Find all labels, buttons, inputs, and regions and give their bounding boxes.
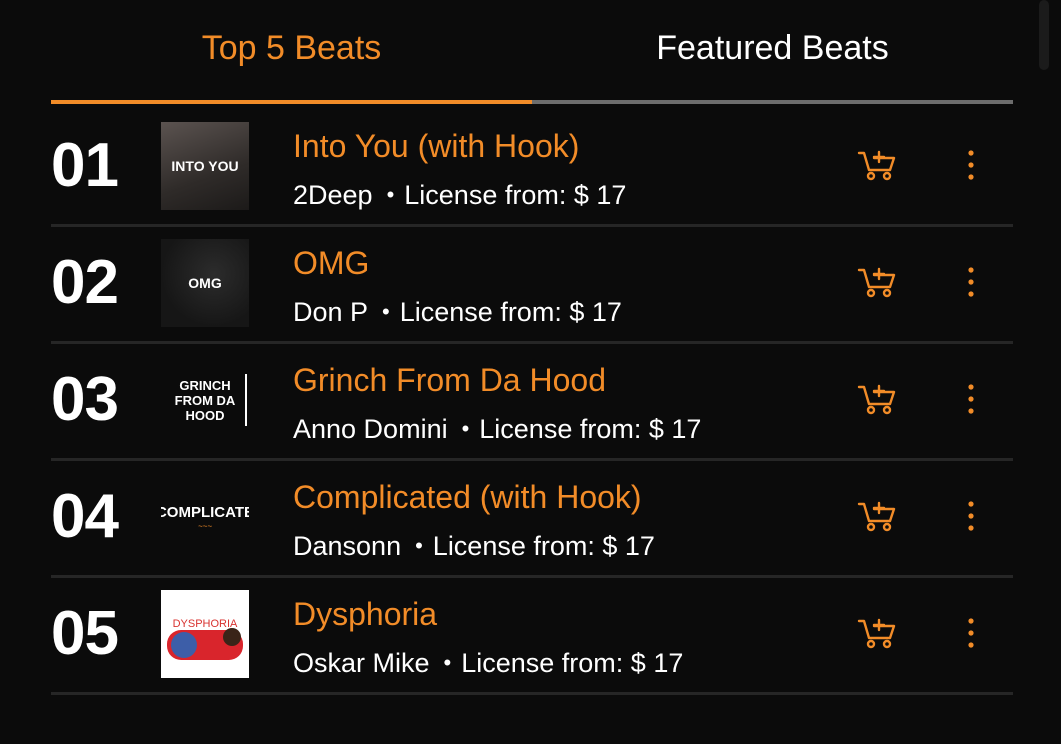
beat-row[interactable]: 04 COMPLICATE ~~~ Complicated (with Hook…: [51, 461, 1013, 578]
separator-dot: •: [415, 533, 423, 558]
cover-figure-head: [223, 628, 241, 646]
beat-rank: 03: [51, 365, 119, 434]
beat-license: License from: $ 17: [432, 531, 655, 561]
beat-artist[interactable]: 2Deep: [293, 180, 373, 210]
cart-add-icon[interactable]: [857, 265, 897, 299]
beat-artist[interactable]: Anno Domini: [293, 414, 448, 444]
more-vertical-icon[interactable]: [959, 265, 983, 299]
cover-script-decoration: ~~~: [197, 521, 212, 531]
beat-meta: 2Deep • License from: $ 17: [293, 180, 626, 211]
tab-featured-beats-label: Featured Beats: [656, 28, 889, 67]
beat-rank: 04: [51, 482, 119, 551]
beat-rank: 01: [51, 131, 119, 200]
separator-dot: •: [461, 416, 470, 441]
cover-text: OMG: [188, 275, 222, 291]
beat-meta: Don P • License from: $ 17: [293, 297, 622, 328]
separator-dot: •: [386, 182, 395, 207]
beat-meta: Dansonn • License from: $ 17: [293, 531, 655, 562]
beat-license: License from: $ 17: [461, 648, 684, 678]
cart-add-icon[interactable]: [857, 616, 897, 650]
more-vertical-icon[interactable]: [959, 616, 983, 650]
cover-text: COMPLICATE: [161, 503, 249, 521]
beat-title[interactable]: Dysphoria: [293, 596, 437, 633]
beat-rank: 02: [51, 248, 119, 317]
beat-meta: Anno Domini • License from: $ 17: [293, 414, 701, 445]
beat-title[interactable]: OMG: [293, 245, 369, 282]
beat-license: License from: $ 17: [479, 414, 702, 444]
tab-active-underline: [51, 100, 532, 104]
beats-list: 01 INTO YOU Into You (with Hook) 2Deep • L…: [51, 110, 1013, 695]
more-vertical-icon[interactable]: [959, 382, 983, 416]
beat-title[interactable]: Into You (with Hook): [293, 128, 579, 165]
more-vertical-icon[interactable]: [959, 148, 983, 182]
beat-cover-art[interactable]: INTO YOU: [161, 122, 249, 210]
beat-artist[interactable]: Oskar Mike: [293, 648, 430, 678]
cart-add-icon[interactable]: [857, 382, 897, 416]
beat-meta: Oskar Mike • License from: $ 17: [293, 648, 683, 679]
cover-divider: [245, 374, 247, 426]
beat-row[interactable]: 02 OMG OMG Don P • License from: $ 17: [51, 227, 1013, 344]
beat-artist[interactable]: Don P: [293, 297, 368, 327]
tab-top-5-beats[interactable]: Top 5 Beats: [51, 0, 532, 104]
tab-bar: Top 5 Beats Featured Beats: [51, 0, 1013, 104]
beat-cover-art[interactable]: COMPLICATE ~~~: [161, 473, 249, 561]
separator-dot: •: [443, 650, 452, 675]
scrollbar-thumb[interactable]: [1039, 0, 1049, 70]
beat-row[interactable]: 03 GRINCH FROM DA HOOD Grinch From Da Ho…: [51, 344, 1013, 461]
scrollbar[interactable]: [1033, 0, 1061, 744]
beat-row[interactable]: 05 DYSPHORIA Dysphoria Oskar Mike • Licens…: [51, 578, 1013, 695]
beat-title[interactable]: Complicated (with Hook): [293, 479, 642, 516]
cover-text: DYSPHORIA: [172, 618, 238, 630]
cover-text: GRINCH FROM DA HOOD: [174, 377, 236, 423]
beat-license: License from: $ 17: [399, 297, 622, 327]
beats-widget: Top 5 Beats Featured Beats 01 INTO YOU I…: [0, 0, 1061, 744]
beat-rank: 05: [51, 599, 119, 668]
cart-add-icon[interactable]: [857, 499, 897, 533]
separator-dot: •: [382, 299, 390, 324]
beat-cover-art[interactable]: OMG: [161, 239, 249, 327]
beat-artist[interactable]: Dansonn: [293, 531, 401, 561]
beat-row[interactable]: 01 INTO YOU Into You (with Hook) 2Deep • L…: [51, 110, 1013, 227]
cart-add-icon[interactable]: [857, 148, 897, 182]
beat-title[interactable]: Grinch From Da Hood: [293, 362, 606, 399]
cover-figure-part: [171, 632, 197, 658]
more-vertical-icon[interactable]: [959, 499, 983, 533]
cover-text: INTO YOU: [171, 158, 239, 174]
tab-featured-beats[interactable]: Featured Beats: [532, 0, 1013, 104]
beat-cover-art[interactable]: GRINCH FROM DA HOOD: [161, 356, 249, 444]
tab-top-5-beats-label: Top 5 Beats: [201, 28, 382, 67]
beat-license: License from: $ 17: [404, 180, 627, 210]
beat-cover-art[interactable]: DYSPHORIA: [161, 590, 249, 678]
tab-inactive-underline: [532, 100, 1013, 104]
